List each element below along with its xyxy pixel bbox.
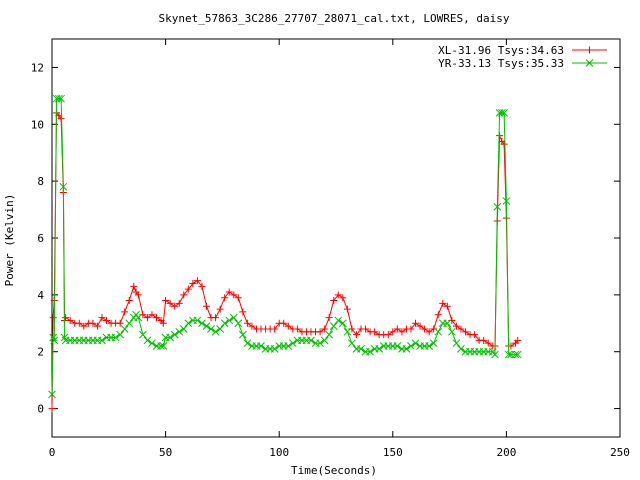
data-point bbox=[216, 305, 224, 313]
data-point bbox=[121, 308, 129, 316]
data-point bbox=[343, 305, 351, 313]
data-point bbox=[211, 327, 220, 336]
y-tick-label: 4 bbox=[37, 289, 44, 302]
data-point bbox=[348, 339, 356, 348]
y-axis-label: Power (Kelvin) bbox=[3, 194, 16, 287]
data-point bbox=[116, 330, 125, 339]
y-tick-label: 12 bbox=[31, 61, 44, 74]
data-point bbox=[49, 314, 57, 322]
data-point bbox=[212, 314, 220, 322]
series-1 bbox=[48, 109, 522, 413]
series-line bbox=[51, 98, 518, 395]
data-point bbox=[143, 336, 152, 345]
data-point bbox=[229, 313, 238, 322]
data-point bbox=[207, 325, 215, 333]
data-point bbox=[329, 322, 338, 330]
x-tick-label: 250 bbox=[610, 446, 630, 459]
data-point bbox=[434, 311, 442, 319]
data-point bbox=[179, 325, 188, 333]
data-point bbox=[434, 327, 443, 336]
x-tick-label: 150 bbox=[383, 446, 403, 459]
data-point bbox=[216, 325, 224, 333]
y-tick-label: 10 bbox=[31, 118, 44, 131]
y-tick-label: 8 bbox=[37, 175, 44, 188]
data-point bbox=[243, 339, 252, 348]
legend-label: XL-31.96 Tsys:34.63 bbox=[438, 44, 564, 57]
x-tick-label: 200 bbox=[496, 446, 516, 459]
x-tick-label: 0 bbox=[49, 446, 56, 459]
data-point bbox=[338, 319, 347, 328]
chart-title: Skynet_57863_3C286_27707_28071_cal.txt, … bbox=[159, 12, 510, 25]
data-point bbox=[120, 325, 129, 333]
data-point bbox=[125, 319, 134, 328]
data-point bbox=[325, 330, 334, 339]
x-tick-label: 100 bbox=[269, 446, 289, 459]
series-2 bbox=[48, 94, 522, 399]
data-point bbox=[334, 316, 343, 325]
chart: Skynet_57863_3C286_27707_28071_cal.txt, … bbox=[0, 0, 640, 480]
data-point bbox=[320, 336, 329, 345]
data-point bbox=[170, 330, 179, 339]
data-point bbox=[175, 327, 184, 336]
x-axis-label: Time(Seconds) bbox=[291, 464, 377, 477]
legend: XL-31.96 Tsys:34.63YR-33.13 Tsys:35.33 bbox=[438, 44, 607, 70]
data-point bbox=[288, 339, 297, 348]
data-point bbox=[225, 316, 234, 325]
data-point bbox=[48, 405, 56, 413]
data-point bbox=[202, 322, 211, 330]
legend-label: YR-33.13 Tsys:35.33 bbox=[438, 57, 564, 70]
data-point bbox=[125, 297, 133, 305]
data-point bbox=[220, 319, 229, 328]
axes: 0 50 100 150 200 250 0 2 4 6 8 10 12 bbox=[31, 38, 630, 459]
data-point bbox=[139, 330, 147, 339]
y-tick-label: 0 bbox=[37, 403, 44, 416]
data-point bbox=[429, 339, 438, 348]
data-point bbox=[134, 313, 143, 322]
data-point bbox=[325, 314, 333, 322]
data-point bbox=[407, 342, 415, 350]
data-point bbox=[448, 327, 456, 336]
data-point bbox=[239, 308, 247, 316]
data-point bbox=[202, 302, 210, 310]
data-point bbox=[148, 339, 156, 348]
series-line bbox=[51, 111, 519, 409]
data-point bbox=[116, 319, 124, 327]
plot-canvas: Skynet_57863_3C286_27707_28071_cal.txt, … bbox=[3, 12, 630, 477]
data-point bbox=[457, 345, 465, 353]
plot-frame bbox=[51, 38, 621, 438]
data-point bbox=[411, 339, 420, 348]
data-point bbox=[184, 319, 193, 328]
series-layer bbox=[48, 94, 522, 413]
data-point bbox=[238, 330, 247, 339]
data-point bbox=[198, 319, 206, 328]
data-point bbox=[234, 319, 243, 328]
legend-marker bbox=[586, 46, 593, 54]
y-tick-label: 2 bbox=[37, 346, 44, 359]
data-point bbox=[452, 339, 461, 348]
x-tick-label: 50 bbox=[159, 446, 172, 459]
y-tick-label: 6 bbox=[37, 232, 44, 245]
data-point bbox=[343, 327, 352, 336]
